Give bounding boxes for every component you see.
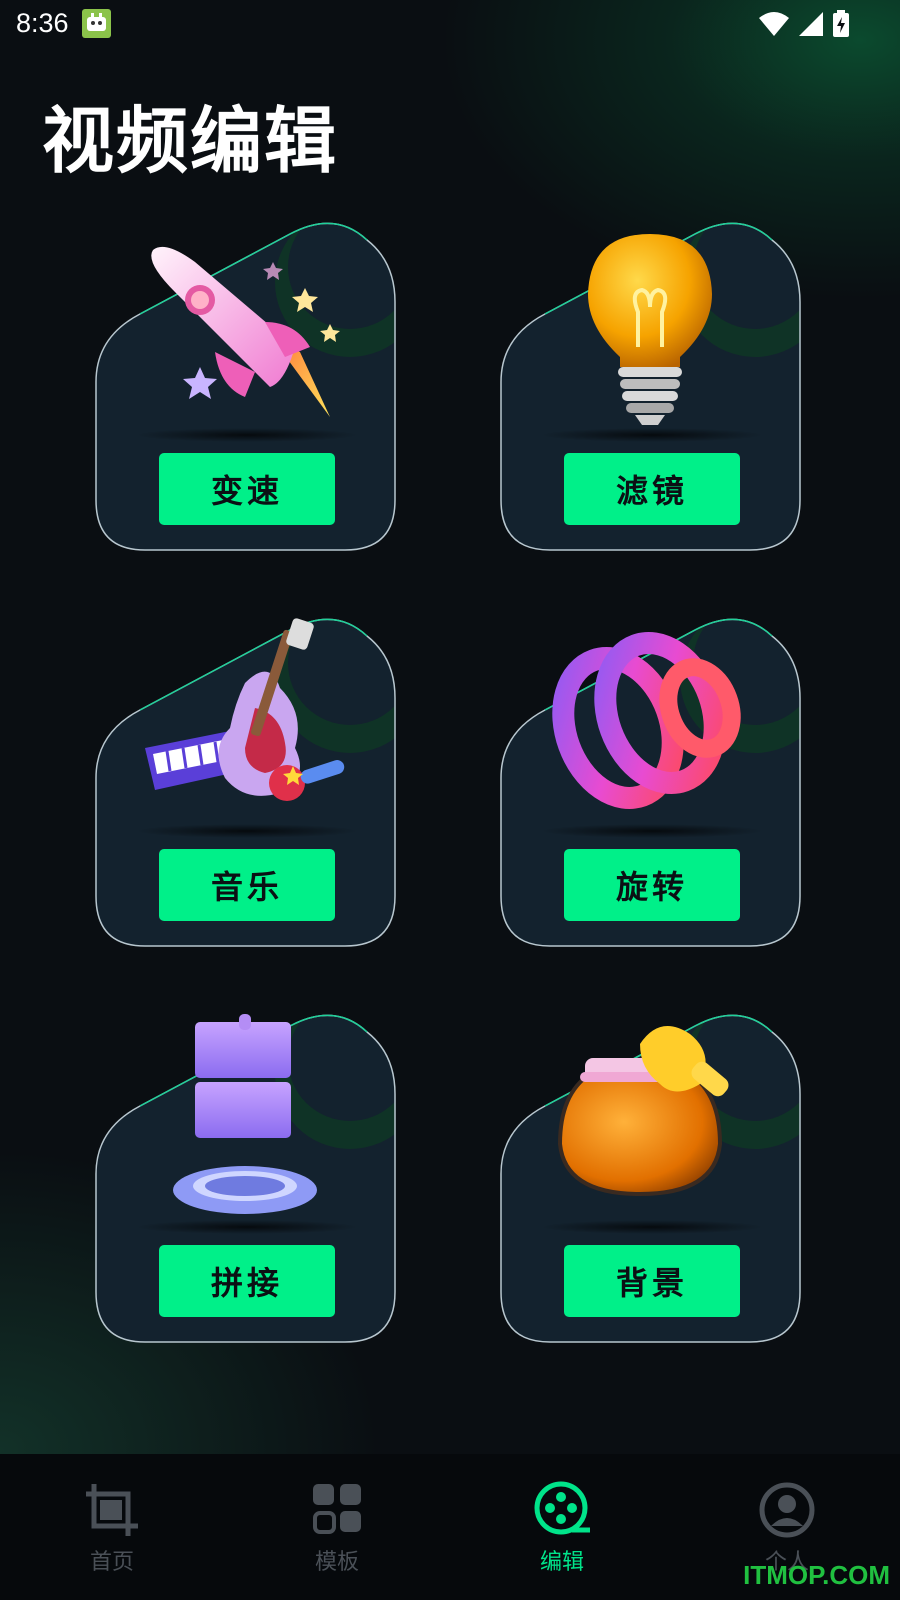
card-shadow bbox=[540, 1220, 764, 1234]
tool-card-filter[interactable]: 滤镜 bbox=[500, 222, 804, 562]
card-shadow bbox=[135, 1220, 359, 1234]
speed-button[interactable]: 变速 bbox=[159, 453, 335, 525]
nav-item-home[interactable]: 首页 bbox=[52, 1480, 172, 1580]
crop-icon bbox=[82, 1480, 142, 1540]
tool-card-rotate[interactable]: 旋转 bbox=[500, 618, 804, 958]
spiral-icon bbox=[500, 618, 804, 838]
tool-card-music[interactable]: 音乐 bbox=[95, 618, 399, 958]
guitar-keyboard-icon bbox=[95, 618, 399, 838]
card-shadow bbox=[540, 824, 764, 838]
watermark: ITMOP.COM bbox=[743, 1560, 890, 1590]
tool-card-background[interactable]: 背景 bbox=[500, 1014, 804, 1354]
honey-jar-icon bbox=[500, 1014, 804, 1234]
grid-icon bbox=[307, 1480, 367, 1540]
filter-button[interactable]: 滤镜 bbox=[564, 453, 740, 525]
nav-label-home: 首页 bbox=[89, 1550, 134, 1575]
lightbulb-icon bbox=[500, 222, 804, 442]
nav-item-edit[interactable]: 编辑 bbox=[502, 1480, 622, 1580]
card-shadow bbox=[135, 824, 359, 838]
nav-item-templates[interactable]: 模板 bbox=[277, 1480, 397, 1580]
nav-label-templates: 模板 bbox=[314, 1550, 359, 1575]
rotate-button[interactable]: 旋转 bbox=[564, 849, 740, 921]
stacked-blocks-icon bbox=[95, 1014, 399, 1234]
film-reel-icon bbox=[532, 1480, 592, 1540]
background-button[interactable]: 背景 bbox=[564, 1245, 740, 1317]
music-button[interactable]: 音乐 bbox=[159, 849, 335, 921]
card-shadow bbox=[540, 428, 764, 442]
rocket-icon bbox=[95, 222, 399, 442]
tool-card-speed[interactable]: 变速 bbox=[95, 222, 399, 562]
tool-grid: 变速 滤镜 音乐 旋转 拼接 背景 bbox=[0, 0, 900, 1600]
card-shadow bbox=[135, 428, 359, 442]
nav-label-edit: 编辑 bbox=[539, 1550, 584, 1575]
tool-card-splice[interactable]: 拼接 bbox=[95, 1014, 399, 1354]
user-icon bbox=[757, 1480, 817, 1540]
splice-button[interactable]: 拼接 bbox=[159, 1245, 335, 1317]
